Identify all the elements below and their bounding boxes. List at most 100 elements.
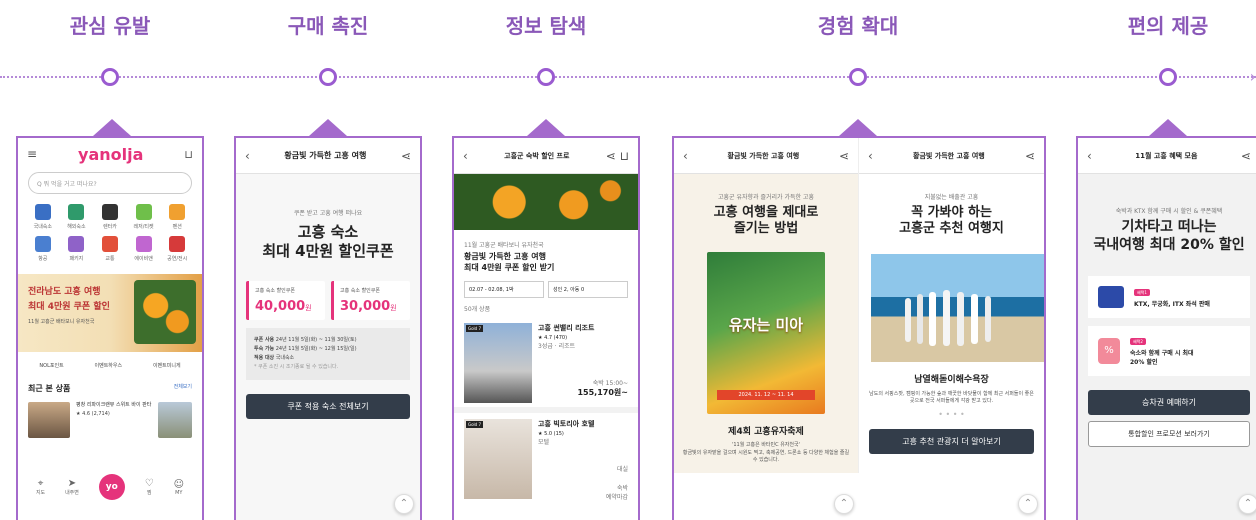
beach-photo bbox=[871, 253, 1044, 362]
hotel-status: 예약마감 bbox=[605, 494, 628, 501]
book-ticket-button[interactable]: 승차권 예매하기 bbox=[1088, 390, 1250, 415]
shortcut-row: NOL포인트 이벤트하우스 이벤트미니게 bbox=[18, 352, 202, 379]
back-icon[interactable]: ‹ bbox=[1087, 149, 1092, 163]
coupon-row: 고흥 숙소 할인쿠폰 40,000원 고흥 숙소 할인쿠폰 30,000원 bbox=[236, 261, 420, 320]
stage-title-1: 관심 유발 bbox=[69, 14, 151, 38]
category-item[interactable]: 교통 bbox=[95, 236, 125, 262]
search-input[interactable]: Q 뭐 먹을 거고 떠나요? bbox=[28, 172, 192, 194]
category-item[interactable]: 항공 bbox=[28, 236, 58, 262]
guest-selector[interactable]: 성인 2, 아동 0 bbox=[548, 281, 628, 298]
map-pin-icon: ⌖ bbox=[37, 478, 44, 489]
citrus-banner-image bbox=[454, 174, 638, 230]
recent-title: 최근 본 상품 bbox=[28, 384, 71, 393]
location-icon: ➤ bbox=[67, 478, 77, 489]
coupon-card[interactable]: 고흥 숙소 할인쿠폰 30,000원 bbox=[331, 280, 410, 320]
benefit-card[interactable]: 혜택1 KTX, 무궁화, ITX 좌석 판매 bbox=[1088, 276, 1250, 318]
back-icon[interactable]: ‹ bbox=[463, 149, 468, 163]
festival-pane: ‹ 황금빛 가득한 고흥 여행 ⋖ 고흥군 유자향과 즐거리가 가득한 고흥 고… bbox=[674, 138, 859, 473]
recent-thumb bbox=[158, 402, 192, 438]
hotel-icon bbox=[68, 204, 85, 220]
category-item[interactable]: 에이비앤 bbox=[129, 236, 159, 262]
citrus-image bbox=[134, 280, 196, 344]
pointer-triangle bbox=[527, 119, 565, 136]
category-item[interactable]: 렌터카 bbox=[95, 204, 125, 230]
category-item[interactable]: 국내숙소 bbox=[28, 204, 58, 230]
view-coupon-hotels-button[interactable]: 쿠폰 적용 숙소 전체보기 bbox=[246, 393, 410, 419]
bus-icon bbox=[101, 236, 118, 252]
stage: › 관심 유발 구매 촉진 정보 탐색 경험 확대 편의 제공 ≡ yanolj… bbox=[0, 0, 1256, 520]
headline-line: 고흥 숙소 bbox=[297, 223, 359, 241]
hotel-thumb: Gold 7 bbox=[464, 323, 532, 403]
recent-name: 평창 리파이크랜뷰 스위트 바이 판타 bbox=[76, 402, 152, 408]
screen-title: 11월 고흥 혜택 모음 bbox=[1135, 151, 1198, 160]
hotel-price: 155,170원~ bbox=[577, 388, 628, 397]
category-item[interactable]: 레저/티켓 bbox=[129, 204, 159, 230]
pointer-triangle bbox=[309, 119, 347, 136]
more-spots-button[interactable]: 고흥 추천 관광지 더 알아보기 bbox=[869, 428, 1034, 454]
timeline-dot bbox=[849, 68, 867, 86]
screen-title: 황금빛 가득한 고흥 여행 bbox=[284, 151, 367, 160]
category-item[interactable]: 패키지 bbox=[62, 236, 92, 262]
nav-map[interactable]: ⌖ 지도 bbox=[36, 478, 45, 496]
hotel-name: 고흥 썬밸리 리조트 bbox=[538, 324, 595, 332]
category-item[interactable]: 펜션 bbox=[162, 204, 192, 230]
nav-wishlist[interactable]: ♡ 찜 bbox=[145, 478, 154, 496]
scroll-top-icon[interactable]: ⌃ bbox=[1018, 494, 1038, 514]
stage-title-2: 구매 촉진 bbox=[287, 14, 369, 38]
shortcut-link[interactable]: NOL포인트 bbox=[39, 362, 63, 369]
scroll-top-icon[interactable]: ⌃ bbox=[1238, 494, 1256, 514]
view-promotion-button[interactable]: 통합할인 프로모션 보러가기 bbox=[1088, 421, 1250, 447]
share-icon[interactable]: ⋖ ⊔ bbox=[606, 149, 629, 163]
pointer-triangle bbox=[839, 119, 877, 136]
scroll-top-icon[interactable]: ⌃ bbox=[394, 494, 414, 514]
ticket-icon bbox=[169, 236, 186, 252]
timeline-dot bbox=[537, 68, 555, 86]
screen-hotel-list: ‹ 고흥군 숙박 할인 프로 ⋖ ⊔ 11월 고흥군 배타보니 유자천국 황금빛… bbox=[452, 136, 640, 520]
heart-icon: ♡ bbox=[144, 478, 154, 489]
hotel-name: 고흥 빅토리아 호텔 bbox=[538, 420, 595, 428]
recent-card[interactable]: 평창 리파이크랜뷰 스위트 바이 판타 ★ 4.6 (2,714) bbox=[18, 398, 202, 442]
promo-small: 11월 고흥군 배타보니 유자천국 bbox=[464, 242, 544, 249]
scroll-top-icon[interactable]: ⌃ bbox=[834, 494, 854, 514]
hotel-thumb: Gold 7 bbox=[464, 419, 532, 499]
recent-rating: ★ 4.6 (2,714) bbox=[76, 411, 110, 417]
building-icon bbox=[34, 204, 51, 220]
coupon-card[interactable]: 고흥 숙소 할인쿠폰 40,000원 bbox=[246, 280, 325, 320]
date-selector[interactable]: 02.07 - 02.08, 1박 bbox=[464, 281, 544, 298]
back-icon[interactable]: ‹ bbox=[868, 149, 873, 163]
carousel-dots: • • • • bbox=[938, 409, 965, 419]
recent-more-link[interactable]: 전체보기 bbox=[174, 383, 192, 394]
screen-home: ≡ yanolja ⊔ Q 뭐 먹을 거고 떠나요? 국내숙소 해외숙소 렌터카… bbox=[16, 136, 204, 520]
car-icon bbox=[101, 204, 118, 220]
shortcut-link[interactable]: 이벤트하우스 bbox=[95, 362, 123, 369]
nav-home-button[interactable]: yo bbox=[98, 474, 125, 500]
headline-line: 최대 4만원 할인쿠폰 bbox=[262, 241, 394, 260]
benefit-card[interactable]: % 혜택2 숙소와 함께 구매 시 최대 20% 할인 bbox=[1088, 326, 1250, 376]
nav-my[interactable]: ☺ MY bbox=[174, 479, 184, 496]
share-icon[interactable]: ⋖ bbox=[839, 149, 849, 163]
menu-icon[interactable]: ≡ bbox=[27, 147, 37, 161]
stage-title-3: 정보 탐색 bbox=[505, 14, 587, 38]
brand-logo: yanolja bbox=[78, 144, 144, 164]
balloon-icon bbox=[135, 236, 152, 252]
pointer-triangle bbox=[93, 119, 131, 136]
share-icon[interactable]: ⋖ bbox=[1025, 149, 1035, 163]
hotel-card[interactable]: Gold 7 고흥 썬밸리 리조트 ★ 4.7 (470) 3성급 · 리조트 … bbox=[454, 319, 638, 413]
nav-nearby[interactable]: ➤ 내주변 bbox=[65, 478, 79, 496]
back-icon[interactable]: ‹ bbox=[245, 149, 250, 163]
share-icon[interactable]: ⋖ bbox=[1241, 149, 1251, 163]
promo-banner[interactable]: 전라남도 고흥 여행 최대 4만원 쿠폰 할인 11월 고흥군 배타보니 유자천… bbox=[18, 274, 202, 352]
share-icon[interactable]: ⋖ bbox=[401, 149, 411, 163]
pension-icon bbox=[169, 204, 186, 220]
back-icon[interactable]: ‹ bbox=[683, 149, 688, 163]
percent-tag-icon: % bbox=[1098, 338, 1120, 364]
cart-icon[interactable]: ⊔ bbox=[184, 148, 193, 161]
screen-header: ‹ 황금빛 가득한 고흥 여행 ⋖ bbox=[674, 138, 858, 174]
seat-icon bbox=[1098, 286, 1124, 308]
screen-header: ‹ 11월 고흥 혜택 모음 ⋖ bbox=[1078, 138, 1256, 174]
spot-pane: ‹ 황금빛 가득한 고흥 여행 ⋖ 지불없는 배출관 고흥 꼭 가봐야 하는 고… bbox=[859, 138, 1044, 473]
shortcut-link[interactable]: 이벤트미니게 bbox=[153, 362, 181, 369]
hotel-card[interactable]: Gold 7 고흥 빅토리아 호텔 ★ 5.0 (15) 모텔 대실 숙박 예약… bbox=[454, 413, 638, 507]
category-item[interactable]: 공연/전시 bbox=[162, 236, 192, 262]
category-item[interactable]: 해외숙소 bbox=[62, 204, 92, 230]
